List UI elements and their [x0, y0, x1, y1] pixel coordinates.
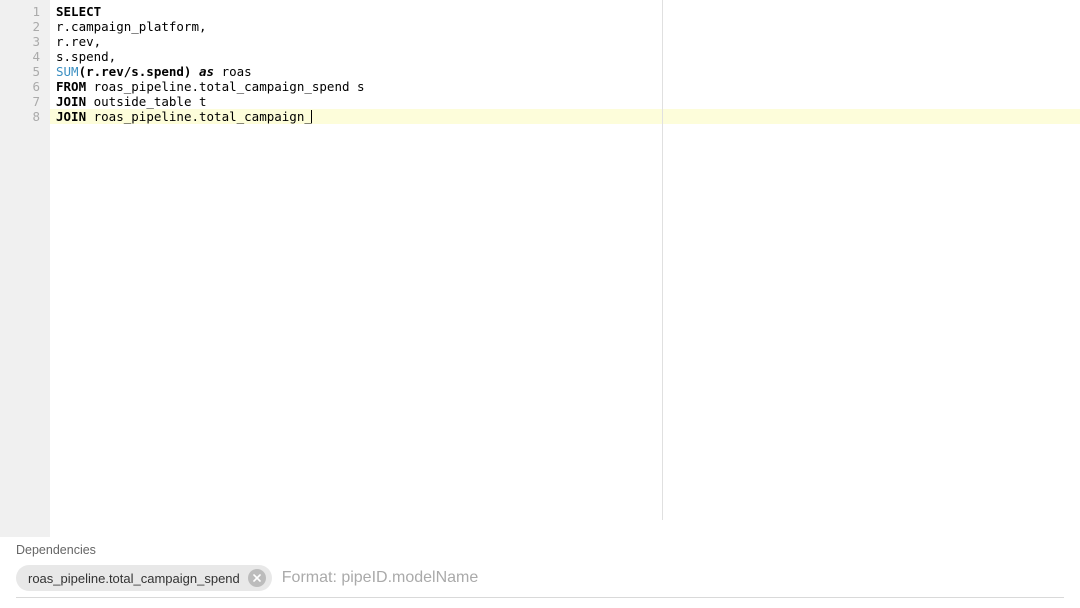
- dependencies-section: Dependencies roas_pipeline.total_campaig…: [0, 537, 1080, 608]
- line-number: 7: [0, 94, 40, 109]
- dependency-chip[interactable]: roas_pipeline.total_campaign_spend: [16, 565, 272, 591]
- code-area[interactable]: SELECTr.campaign_platform,r.rev,s.spend,…: [50, 0, 1080, 537]
- code-editor[interactable]: 12345678 SELECTr.campaign_platform,r.rev…: [0, 0, 1080, 537]
- dependency-chip-label: roas_pipeline.total_campaign_spend: [28, 571, 240, 586]
- code-line[interactable]: SELECT: [50, 4, 1080, 19]
- line-number: 8: [0, 109, 40, 124]
- line-gutter: 12345678: [0, 0, 50, 537]
- dependencies-row: roas_pipeline.total_campaign_spend: [16, 565, 1064, 598]
- code-line[interactable]: JOIN roas_pipeline.total_campaign_: [50, 109, 1080, 124]
- code-line[interactable]: JOIN outside_table t: [50, 94, 1080, 109]
- text-cursor: [311, 110, 313, 123]
- line-number: 4: [0, 49, 40, 64]
- code-line[interactable]: FROM roas_pipeline.total_campaign_spend …: [50, 79, 1080, 94]
- line-number: 1: [0, 4, 40, 19]
- line-number: 5: [0, 64, 40, 79]
- line-number: 3: [0, 34, 40, 49]
- code-line[interactable]: SUM(r.rev/s.spend) as roas: [50, 64, 1080, 79]
- code-line[interactable]: s.spend,: [50, 49, 1080, 64]
- editor-split-line: [662, 0, 663, 520]
- line-number: 6: [0, 79, 40, 94]
- code-line[interactable]: r.campaign_platform,: [50, 19, 1080, 34]
- code-line[interactable]: r.rev,: [50, 34, 1080, 49]
- dependency-input[interactable]: [282, 569, 1064, 587]
- remove-icon[interactable]: [248, 569, 266, 587]
- dependencies-label: Dependencies: [16, 543, 1064, 557]
- line-number: 2: [0, 19, 40, 34]
